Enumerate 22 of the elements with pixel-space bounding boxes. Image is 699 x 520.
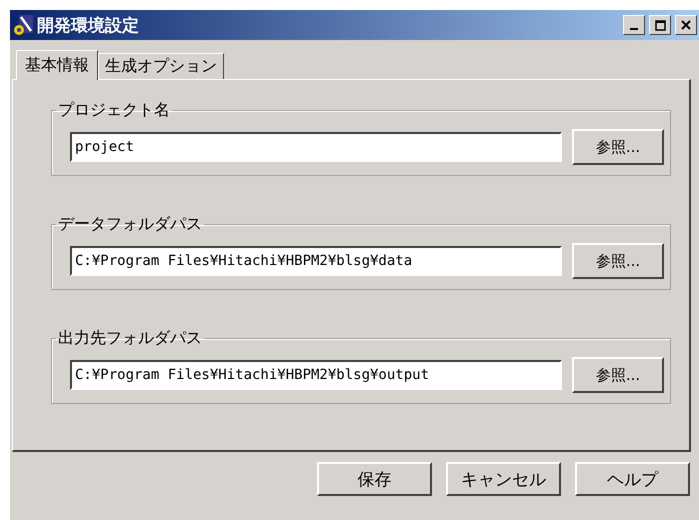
dialog-button[interactable]: キャンセル: [446, 462, 561, 496]
browse-button[interactable]: 参照...: [572, 243, 664, 279]
path-field[interactable]: C:¥Program Files¥Hitachi¥HBPM2¥blsg¥output: [70, 360, 562, 390]
path-field[interactable]: project: [70, 132, 562, 162]
minimize-button[interactable]: [623, 15, 645, 35]
group-title: データフォルダパス: [57, 214, 203, 235]
browse-button[interactable]: 参照...: [572, 129, 664, 165]
path-field[interactable]: C:¥Program Files¥Hitachi¥HBPM2¥blsg¥data: [70, 246, 562, 276]
dialog-button[interactable]: ヘルプ: [575, 462, 690, 496]
browse-button[interactable]: 参照...: [572, 357, 664, 393]
close-button[interactable]: [675, 15, 697, 35]
group-title: プロジェクト名: [57, 100, 171, 121]
group-title: 出力先フォルダパス: [57, 328, 203, 349]
tab[interactable]: 基本情報: [16, 50, 98, 80]
minimize-icon: [630, 28, 638, 30]
window-title: 開発環境設定: [37, 14, 140, 36]
maximize-button[interactable]: [649, 15, 671, 35]
dialog-button[interactable]: 保存: [317, 462, 432, 496]
maximize-icon: [654, 20, 666, 30]
app-icon: [12, 14, 34, 36]
tab[interactable]: 生成オプション: [98, 53, 224, 79]
close-icon: [681, 20, 691, 30]
